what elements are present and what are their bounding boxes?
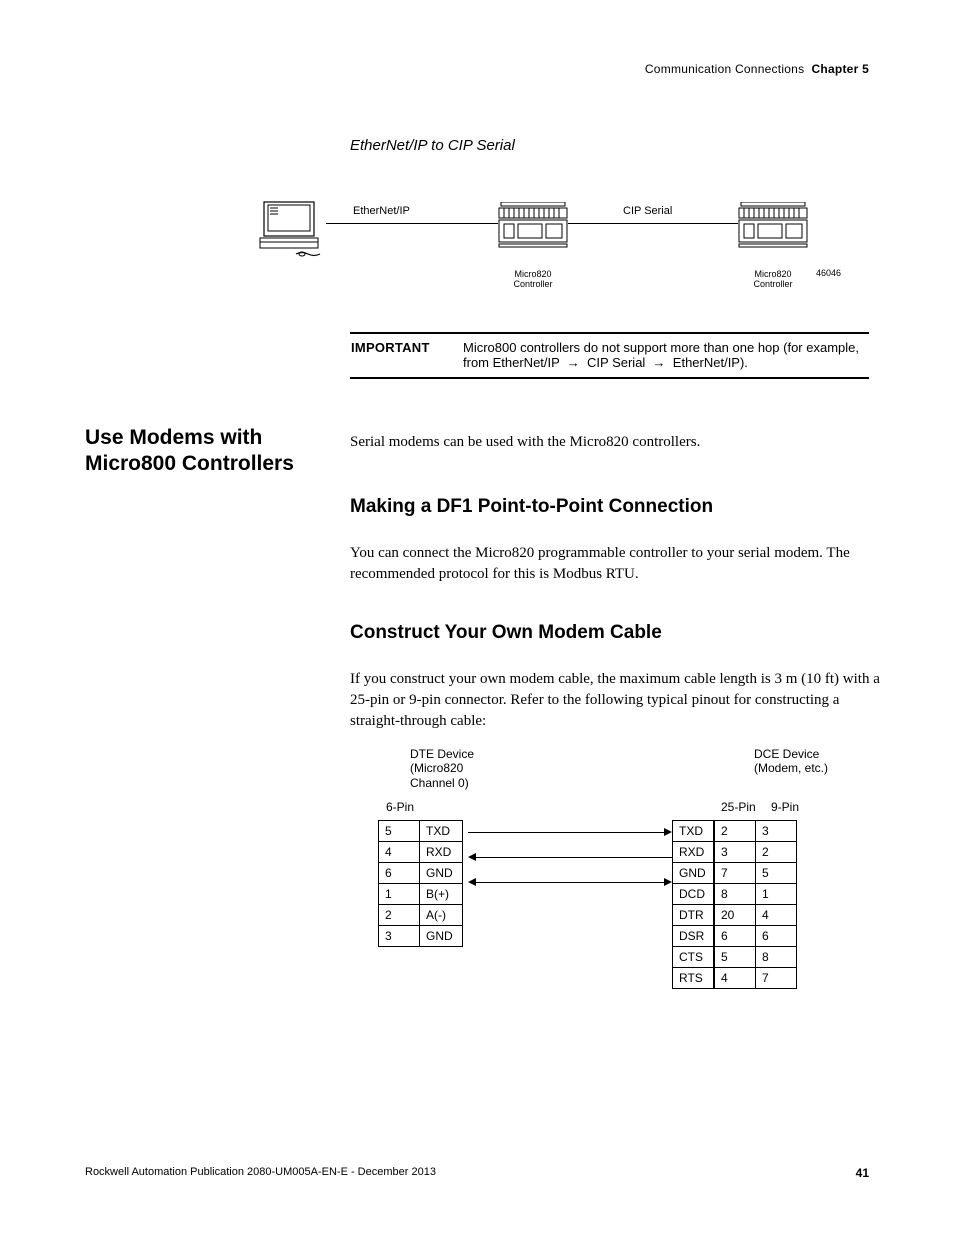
wire-txd (468, 832, 664, 833)
table-row: 5TXD (379, 821, 463, 842)
pinout-diagram: DTE Device (Micro820 Channel 0) DCE Devi… (378, 747, 858, 1030)
table-row: RTS (673, 968, 714, 989)
section-heading: Use Modems with Micro800 Controllers (85, 425, 315, 478)
link-label-cipserial: CIP Serial (623, 205, 672, 217)
dte-pin-table: 5TXD 4RXD 6GND 1B(+) 2A(-) 3GND (378, 820, 463, 947)
network-diagram: EtherNet/IP Micro820 Controller CIP Seri… (258, 200, 843, 290)
wire-gnd (476, 882, 664, 883)
dce-signal-table: TXD RXD GND DCD DTR DSR CTS RTS (672, 820, 714, 989)
dte-device-label: DTE Device (Micro820 Channel 0) (410, 747, 474, 790)
page-header: Communication Connections Chapter 5 (85, 62, 869, 76)
table-row: GND (673, 863, 714, 884)
table-row: 6GND (379, 863, 463, 884)
arrow-left-icon (468, 853, 476, 861)
table-row: 47 (715, 968, 797, 989)
dce-pin-table: 23 32 75 81 204 66 58 47 (714, 820, 797, 989)
wire-rxd (476, 857, 672, 858)
table-row: 4RXD (379, 842, 463, 863)
controller-label-2: Micro820 Controller (743, 270, 803, 290)
table-row: RXD (673, 842, 714, 863)
important-callout: IMPORTANT Micro800 controllers do not su… (350, 332, 869, 379)
arrow-right-icon (664, 828, 672, 836)
controller-icon (498, 202, 568, 248)
col-label-6pin: 6-Pin (386, 800, 414, 814)
arrow-right-icon (664, 878, 672, 886)
dce-device-label: DCE Device (Modem, etc.) (754, 747, 828, 790)
intro-paragraph: Serial modems can be used with the Micro… (350, 432, 870, 453)
col-label-9pin: 9-Pin (771, 800, 799, 814)
paragraph-df1: You can connect the Micro820 programmabl… (350, 543, 870, 585)
table-row: 32 (715, 842, 797, 863)
table-row: 23 (715, 821, 797, 842)
controller-icon (738, 202, 808, 248)
figure-ref-id: 46046 (816, 268, 841, 278)
subheading-cable: Construct Your Own Modem Cable (350, 622, 662, 644)
col-label-25pin: 25-Pin (721, 800, 756, 814)
paragraph-cable: If you construct your own modem cable, t… (350, 669, 880, 732)
table-row: 75 (715, 863, 797, 884)
table-row: TXD (673, 821, 714, 842)
table-row: DSR (673, 926, 714, 947)
table-row: 204 (715, 905, 797, 926)
header-chapter: Chapter 5 (808, 62, 869, 76)
arrow-left-icon (468, 878, 476, 886)
subheading-df1: Making a DF1 Point-to-Point Connection (350, 496, 713, 518)
computer-icon (258, 200, 328, 262)
important-label: IMPORTANT (350, 339, 462, 371)
table-row: 2A(-) (379, 905, 463, 926)
table-row: DTR (673, 905, 714, 926)
publication-info: Rockwell Automation Publication 2080-UM0… (85, 1166, 436, 1180)
page-number: 41 (856, 1166, 869, 1180)
figure-title: EtherNet/IP to CIP Serial (350, 137, 515, 154)
table-row: DCD (673, 884, 714, 905)
important-text: Micro800 controllers do not support more… (462, 339, 869, 371)
link-label-ethernetip: EtherNet/IP (353, 205, 410, 217)
table-row: 58 (715, 947, 797, 968)
page-footer: Rockwell Automation Publication 2080-UM0… (85, 1166, 869, 1180)
header-section: Communication Connections (645, 62, 804, 76)
table-row: 81 (715, 884, 797, 905)
table-row: 66 (715, 926, 797, 947)
table-row: 3GND (379, 926, 463, 947)
table-row: CTS (673, 947, 714, 968)
controller-label-1: Micro820 Controller (503, 270, 563, 290)
table-row: 1B(+) (379, 884, 463, 905)
